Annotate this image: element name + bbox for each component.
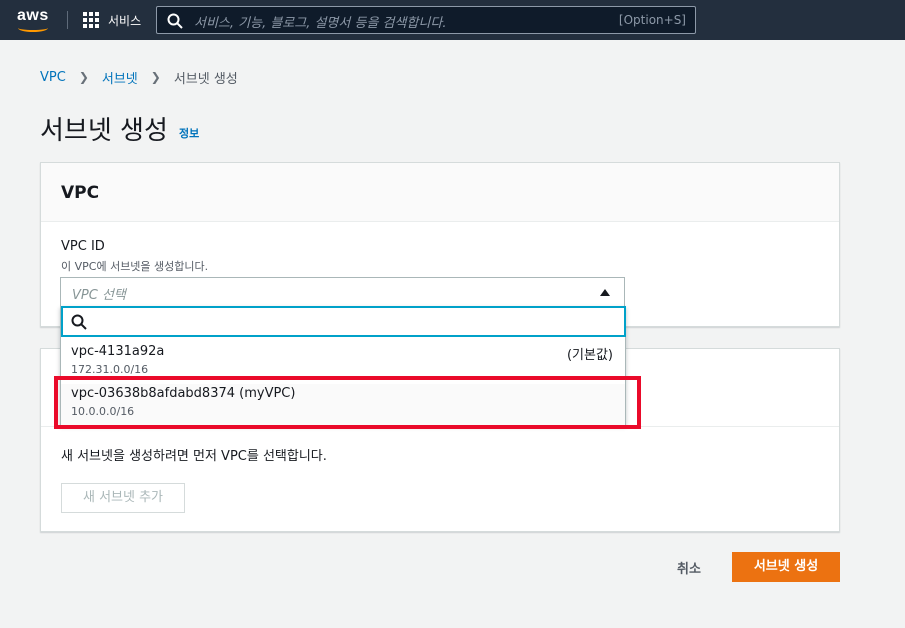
search-icon bbox=[71, 314, 87, 330]
search-shortcut: [Option+S] bbox=[618, 13, 686, 27]
breadcrumb-vpc[interactable]: VPC bbox=[40, 70, 66, 85]
global-search-input[interactable]: 서비스, 기능, 블로그, 설명서 등을 검색합니다. [Option+S] bbox=[156, 6, 696, 34]
select-vpc-message: 새 서브넷을 생성하려면 먼저 VPC를 선택합니다. bbox=[61, 449, 327, 464]
breadcrumb-subnets[interactable]: 서브넷 bbox=[102, 68, 138, 87]
vpc-panel-header: VPC bbox=[41, 163, 839, 222]
vpc-select[interactable]: VPC 선택 bbox=[60, 277, 625, 307]
vpc-option-default-tag: (기본값) bbox=[566, 348, 613, 363]
vpc-option-id: vpc-4131a92a bbox=[71, 344, 165, 359]
grid-icon bbox=[83, 12, 99, 28]
vpc-select-placeholder: VPC 선택 bbox=[72, 288, 126, 303]
vpc-panel-title: VPC bbox=[61, 183, 100, 203]
chevron-right-icon: ❯ bbox=[78, 70, 89, 84]
breadcrumb-current: 서브넷 생성 bbox=[173, 71, 238, 87]
cancel-button[interactable]: 취소 bbox=[677, 558, 701, 577]
services-menu-button[interactable]: 서비스 bbox=[83, 10, 141, 30]
add-subnet-button[interactable]: 새 서브넷 추가 bbox=[61, 483, 185, 513]
caret-up-icon bbox=[600, 289, 610, 296]
aws-smile-icon bbox=[18, 24, 48, 32]
aws-logo-text: aws bbox=[17, 7, 49, 24]
info-link[interactable]: 정보 bbox=[179, 125, 199, 141]
top-nav: aws 서비스 서비스, 기능, 블로그, 설명서 등을 검색합니다. [Opt… bbox=[0, 0, 905, 40]
vpc-id-label: VPC ID bbox=[61, 239, 105, 254]
services-label: 서비스 bbox=[108, 13, 142, 28]
page-title: 서브넷 생성 bbox=[40, 116, 168, 146]
search-placeholder: 서비스, 기능, 블로그, 설명서 등을 검색합니다. bbox=[194, 16, 447, 31]
breadcrumb: VPC ❯ 서브넷 ❯ 서브넷 생성 bbox=[40, 68, 238, 87]
vpc-id-description: 이 VPC에 서브넷을 생성합니다. bbox=[61, 260, 209, 273]
search-icon bbox=[167, 13, 183, 29]
highlight-box bbox=[54, 376, 641, 429]
vpc-filter-input[interactable] bbox=[61, 306, 626, 337]
create-subnet-button[interactable]: 서브넷 생성 bbox=[732, 552, 840, 582]
aws-logo[interactable]: aws bbox=[15, 7, 55, 33]
nav-divider bbox=[67, 11, 68, 29]
vpc-option-cidr: 172.31.0.0/16 bbox=[71, 363, 149, 376]
chevron-right-icon: ❯ bbox=[150, 70, 161, 84]
